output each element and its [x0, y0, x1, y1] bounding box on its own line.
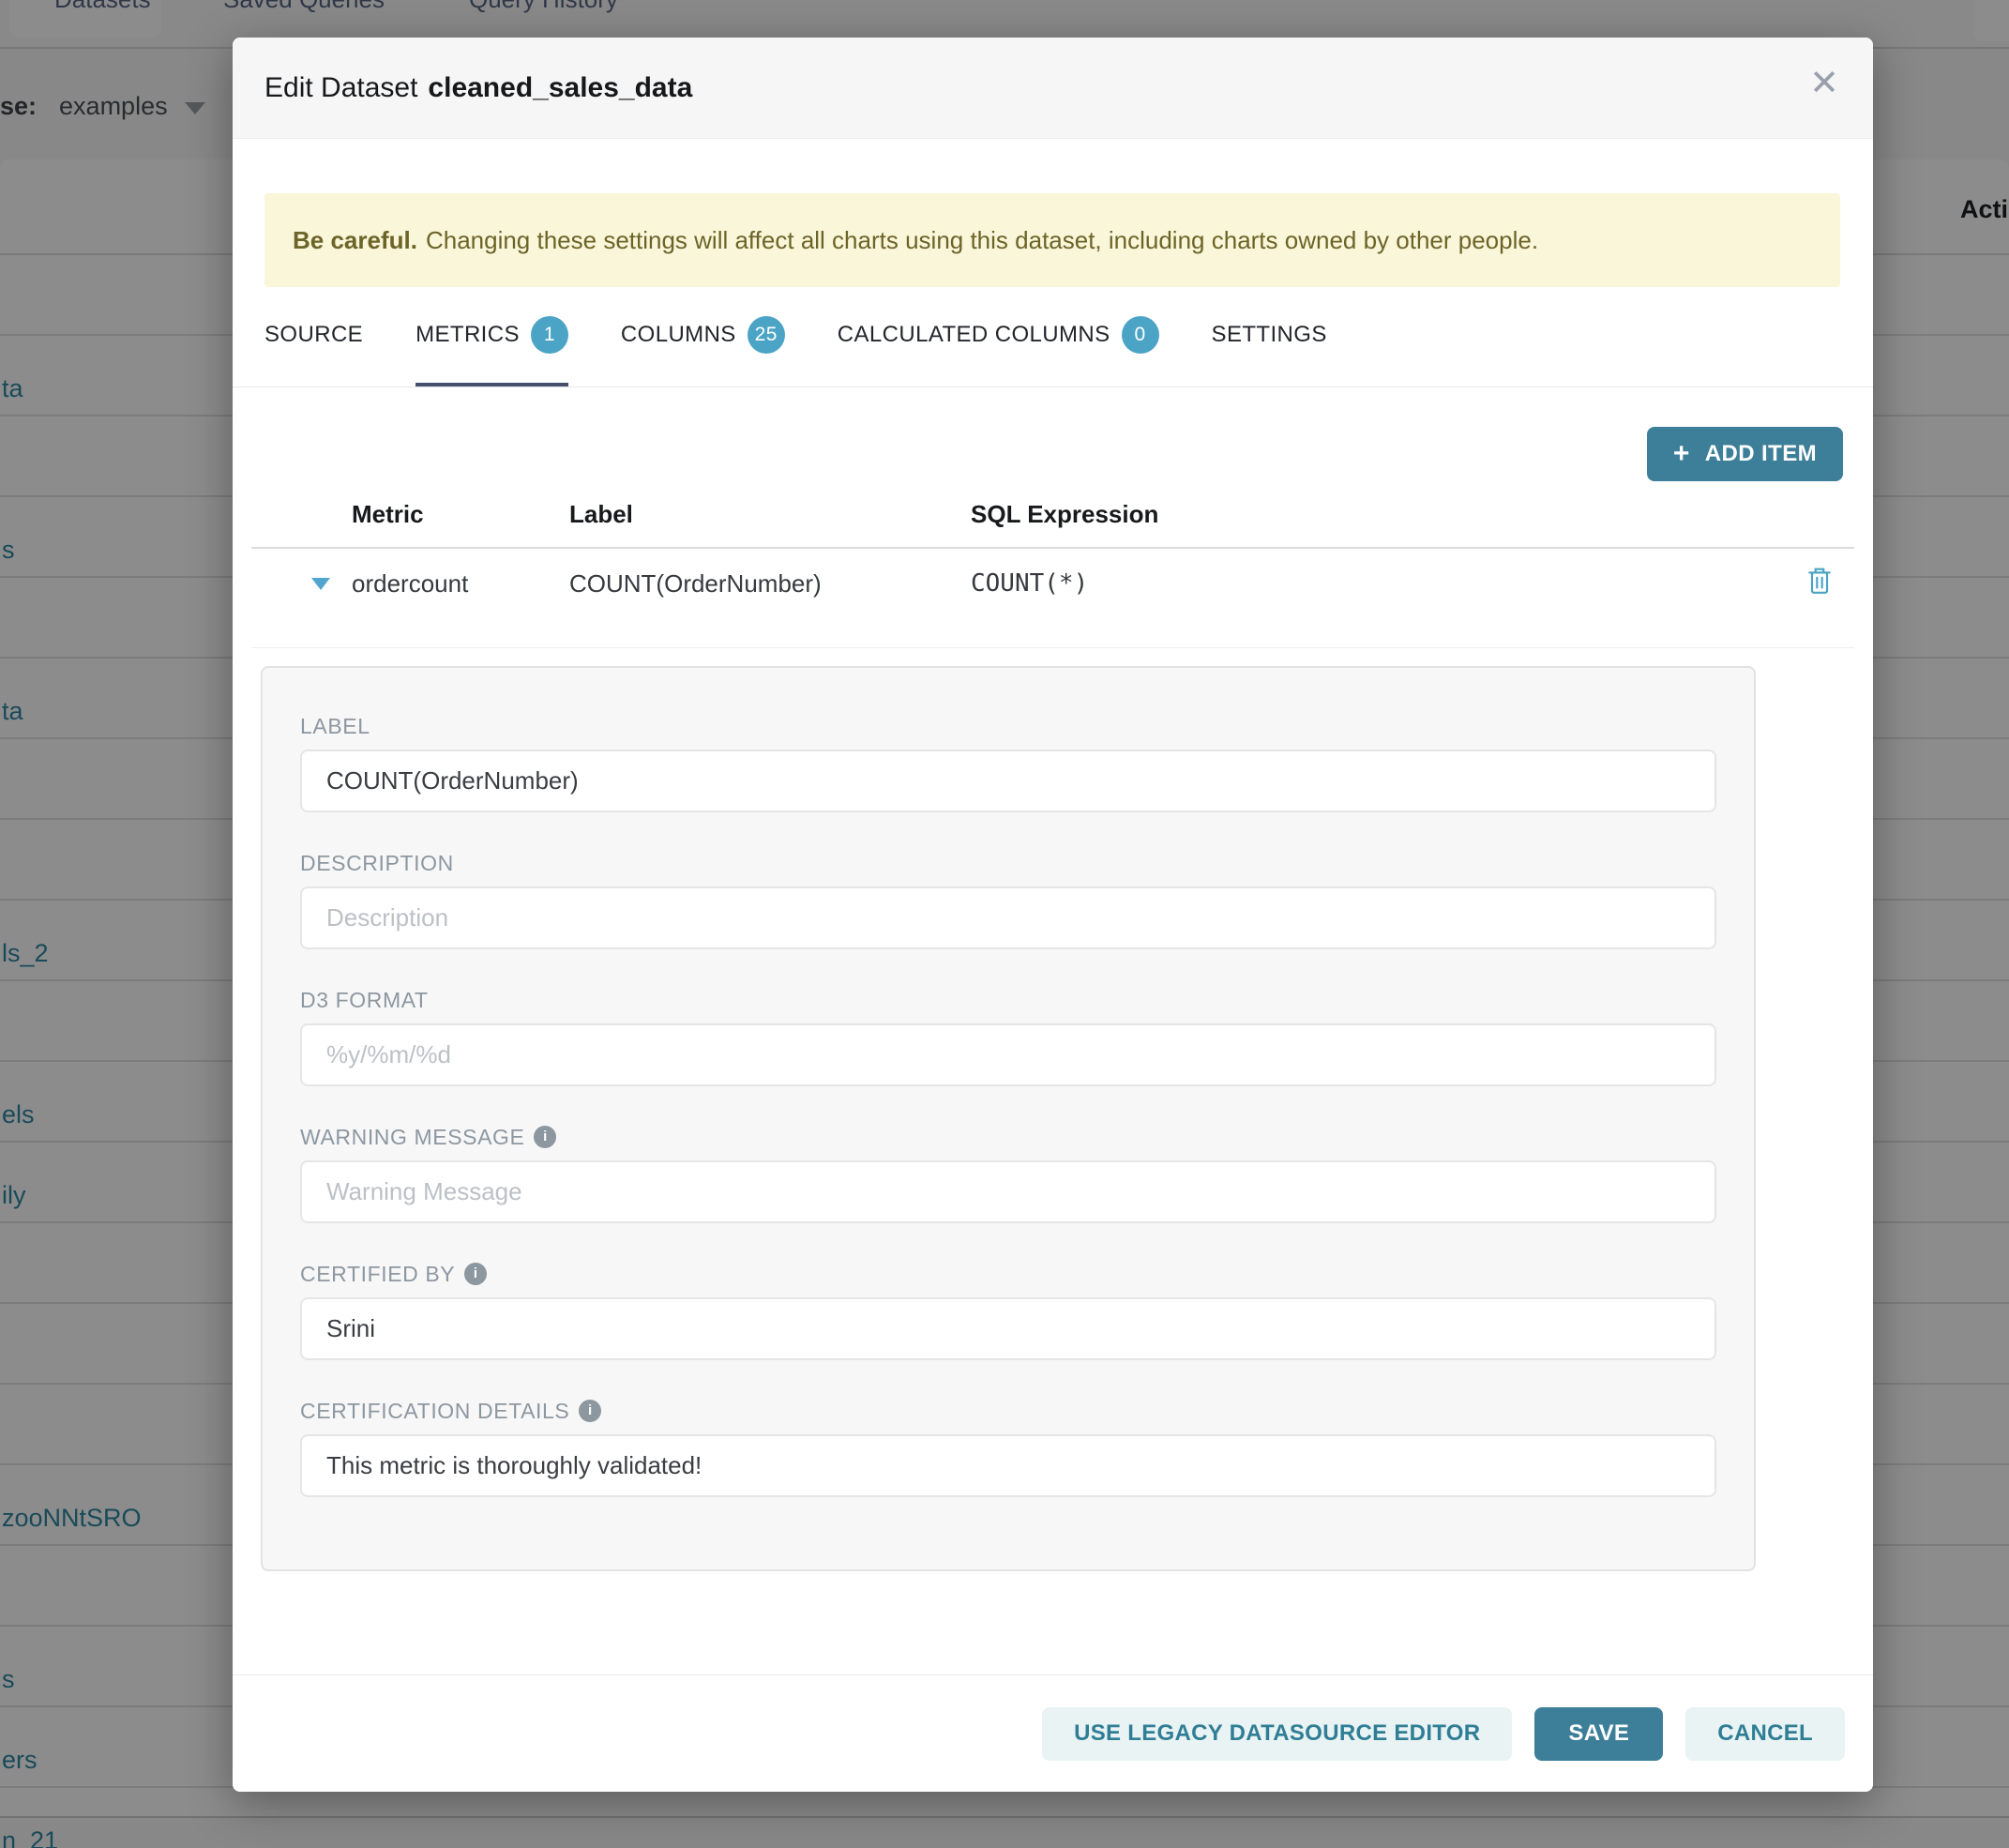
- tab-source[interactable]: SOURCE: [264, 305, 363, 386]
- tab-source-label: SOURCE: [264, 322, 363, 348]
- field-description: DESCRIPTION: [300, 851, 1716, 949]
- warning-message-input[interactable]: [300, 1160, 1716, 1223]
- d3-format-field-label: D3 FORMAT: [300, 988, 1716, 1012]
- column-header-label: Label: [569, 501, 633, 527]
- tab-columns-count-badge: 25: [748, 316, 785, 354]
- warning-banner-bold: Be careful.: [293, 226, 417, 255]
- modal-title-dataset-name: cleaned_sales_data: [428, 72, 692, 104]
- edit-dataset-modal: Edit Dataset cleaned_sales_data ✕ Be car…: [233, 38, 1873, 1792]
- tab-settings[interactable]: SETTINGS: [1212, 305, 1327, 386]
- field-label: LABEL: [300, 714, 1716, 812]
- field-certification-details: CERTIFICATION DETAILS i: [300, 1399, 1716, 1497]
- metric-sql-expression: COUNT(*): [971, 570, 1088, 597]
- column-header-metric: Metric: [352, 501, 424, 527]
- label-input[interactable]: [300, 750, 1716, 812]
- column-header-sql-expression: SQL Expression: [971, 501, 1158, 527]
- field-warning-message: WARNING MESSAGE i: [300, 1125, 1716, 1223]
- tab-settings-label: SETTINGS: [1212, 322, 1327, 348]
- collapse-caret-icon[interactable]: [311, 578, 330, 590]
- tab-calculated-columns-count-badge: 0: [1122, 316, 1159, 354]
- modal-title: Edit Dataset cleaned_sales_data: [264, 38, 692, 139]
- metrics-table-divider: [251, 547, 1854, 549]
- label-field-label: LABEL: [300, 714, 1716, 738]
- trash-icon: [1807, 567, 1832, 595]
- warning-message-field-label: WARNING MESSAGE: [300, 1125, 524, 1149]
- metric-label: COUNT(OrderNumber): [569, 570, 822, 597]
- tab-columns-label: COLUMNS: [621, 322, 736, 348]
- info-icon: i: [579, 1400, 601, 1422]
- add-item-label: ADD ITEM: [1705, 441, 1817, 467]
- delete-metric-button[interactable]: [1807, 567, 1832, 598]
- metric-detail-panel: LABEL DESCRIPTION D3 FORMAT WARNING MESS…: [261, 666, 1756, 1571]
- tab-metrics-label: METRICS: [415, 322, 520, 348]
- modal-title-prefix: Edit Dataset: [264, 72, 417, 104]
- certification-details-input[interactable]: [300, 1434, 1716, 1497]
- certified-by-input[interactable]: [300, 1297, 1716, 1360]
- metric-name: ordercount: [352, 570, 468, 597]
- plus-icon: +: [1673, 440, 1690, 468]
- close-icon[interactable]: ✕: [1809, 66, 1839, 101]
- info-icon: i: [464, 1263, 487, 1285]
- field-certified-by: CERTIFIED BY i: [300, 1262, 1716, 1360]
- d3-format-input[interactable]: [300, 1023, 1716, 1086]
- tab-metrics-count-badge: 1: [531, 316, 568, 354]
- tab-calculated-columns[interactable]: CALCULATED COLUMNS 0: [838, 305, 1159, 386]
- cancel-button[interactable]: CANCEL: [1685, 1707, 1845, 1761]
- save-button[interactable]: SAVE: [1534, 1707, 1663, 1761]
- certified-by-field-label: CERTIFIED BY: [300, 1262, 455, 1286]
- add-item-button[interactable]: + ADD ITEM: [1647, 427, 1843, 481]
- description-field-label: DESCRIPTION: [300, 851, 1716, 875]
- metric-row-divider: [251, 647, 1854, 648]
- description-input[interactable]: [300, 886, 1716, 949]
- field-d3-format: D3 FORMAT: [300, 988, 1716, 1086]
- tab-columns[interactable]: COLUMNS 25: [621, 305, 785, 386]
- certification-details-field-label: CERTIFICATION DETAILS: [300, 1399, 569, 1423]
- info-icon: i: [534, 1126, 556, 1148]
- screen: Datasets Saved Queries Query History se:…: [0, 0, 2009, 1848]
- warning-banner-text: Changing these settings will affect all …: [426, 226, 1538, 255]
- tab-metrics[interactable]: METRICS 1: [415, 305, 568, 386]
- tab-calculated-columns-label: CALCULATED COLUMNS: [838, 322, 1110, 348]
- use-legacy-datasource-editor-button[interactable]: USE LEGACY DATASOURCE EDITOR: [1042, 1707, 1512, 1761]
- modal-footer: USE LEGACY DATASOURCE EDITOR SAVE CANCEL: [233, 1674, 1873, 1792]
- modal-header: Edit Dataset cleaned_sales_data ✕: [233, 38, 1873, 139]
- modal-tabs: SOURCE METRICS 1 COLUMNS 25 CALCULATED C…: [233, 305, 1873, 387]
- warning-banner: Be careful. Changing these settings will…: [264, 193, 1840, 287]
